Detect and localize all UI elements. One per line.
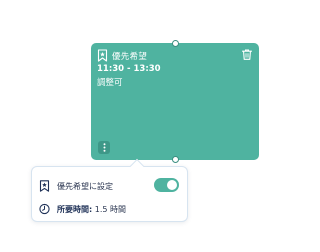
event-note: 調整可 bbox=[97, 78, 123, 88]
more-vertical-icon bbox=[103, 143, 105, 152]
priority-toggle[interactable] bbox=[154, 178, 179, 192]
priority-label: 優先希望に設定 bbox=[57, 181, 113, 191]
clock-icon bbox=[39, 203, 50, 215]
priority-row: 優先希望に設定 bbox=[39, 180, 113, 192]
resize-handle-top[interactable] bbox=[172, 40, 179, 47]
popover-arrow bbox=[129, 158, 145, 174]
toggle-knob bbox=[167, 180, 177, 190]
event-time: 11:30 - 13:30 bbox=[97, 64, 161, 74]
calendar-canvas: 優先希望 11:30 - 13:30 調整可 優先希望に設定 所要時間: 1.5… bbox=[0, 0, 283, 252]
bookmark-star-icon bbox=[97, 49, 108, 62]
duration-row: 所要時間: 1.5 時間 bbox=[39, 203, 126, 215]
event-menu-button[interactable] bbox=[98, 141, 110, 154]
duration-label: 所要時間: bbox=[57, 204, 93, 214]
event-header: 優先希望 bbox=[97, 49, 147, 62]
duration-value: 1.5 時間 bbox=[94, 204, 127, 214]
event-block[interactable]: 優先希望 11:30 - 13:30 調整可 bbox=[91, 43, 259, 160]
bookmark-star-icon bbox=[39, 180, 50, 192]
event-title: 優先希望 bbox=[112, 51, 148, 62]
resize-handle-bottom[interactable] bbox=[172, 156, 179, 163]
trash-icon[interactable] bbox=[242, 49, 252, 60]
event-settings-popover: 優先希望に設定 所要時間: 1.5 時間 bbox=[31, 158, 188, 222]
